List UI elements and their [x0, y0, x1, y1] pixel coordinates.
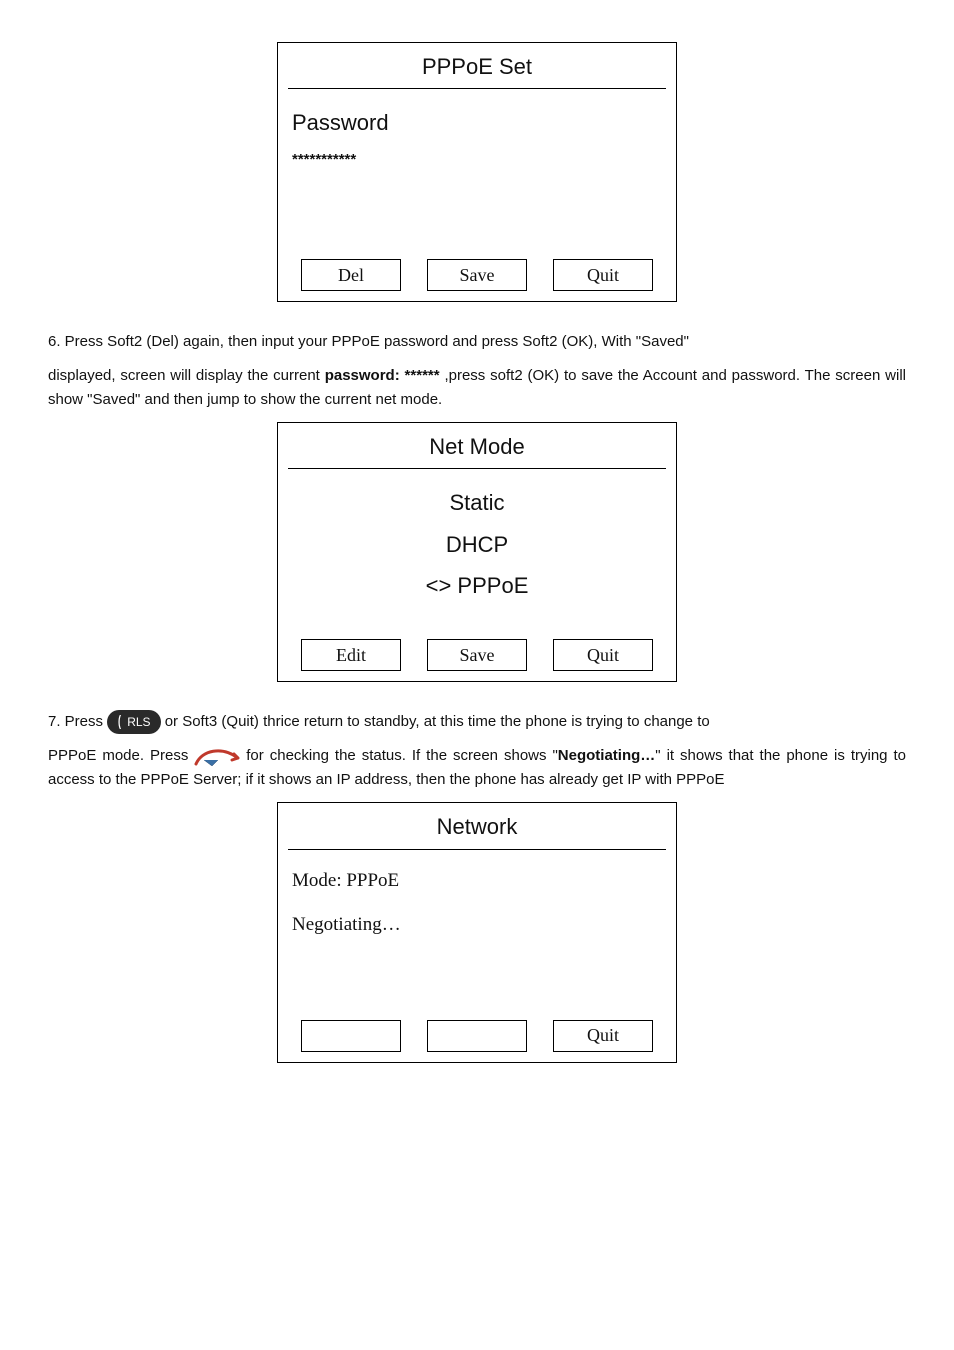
net-mode-screen: Net Mode Static DHCP <> PPPoE Edit Save … — [277, 422, 677, 682]
softkey-edit[interactable]: Edit — [301, 639, 401, 671]
screen-title: Network — [288, 803, 666, 849]
mode-option-pppoe[interactable]: <> PPPoE — [292, 568, 662, 603]
text: PPPoE mode. Press — [48, 747, 194, 764]
text: for checking the status. If the screen s… — [246, 747, 558, 764]
screen-body: Static DHCP <> PPPoE — [278, 469, 676, 633]
softkeys-row: Edit Save Quit — [278, 633, 676, 681]
softkey-quit[interactable]: Quit — [553, 639, 653, 671]
softkeys-row: Del Save Quit — [278, 253, 676, 301]
pppoe-set-screen: PPPoE Set Password *********** Del Save … — [277, 42, 677, 302]
screen-title: Net Mode — [288, 423, 666, 469]
paragraph-step7-line1: 7. Press (RLS or Soft3 (Quit) thrice ret… — [48, 710, 906, 734]
mode-line: Mode: PPPoE — [292, 866, 662, 896]
softkey-empty-2 — [427, 1020, 527, 1052]
softkey-del[interactable]: Del — [301, 259, 401, 291]
nav-arrow-key-icon — [194, 746, 240, 766]
password-bold-text: password: ****** — [325, 367, 440, 384]
negotiating-bold-text: Negotiating… — [558, 747, 656, 764]
text: 7. Press — [48, 713, 107, 730]
rls-key-label: RLS — [127, 715, 150, 729]
mode-option-static[interactable]: Static — [292, 485, 662, 520]
screen-body: Mode: PPPoE Negotiating… — [278, 850, 676, 1014]
password-label: Password — [292, 105, 662, 140]
status-line: Negotiating… — [292, 910, 662, 940]
softkey-empty-1 — [301, 1020, 401, 1052]
screen-title: PPPoE Set — [288, 43, 666, 89]
paragraph-step6-line1: 6. Press Soft2 (Del) again, then input y… — [48, 330, 906, 354]
paragraph-step6-line2: displayed, screen will display the curre… — [48, 364, 906, 412]
screen-body: Password *********** — [278, 89, 676, 253]
paragraph-step7-line2: PPPoE mode. Press for checking the statu… — [48, 744, 906, 792]
text: or Soft3 (Quit) thrice return to standby… — [165, 713, 710, 730]
softkey-save[interactable]: Save — [427, 259, 527, 291]
password-value: *********** — [292, 148, 662, 172]
text: displayed, screen will display the curre… — [48, 367, 325, 384]
rls-key-icon: (RLS — [107, 710, 160, 734]
mode-option-dhcp[interactable]: DHCP — [292, 527, 662, 562]
softkey-quit[interactable]: Quit — [553, 259, 653, 291]
softkeys-row: Quit — [278, 1014, 676, 1062]
softkey-quit[interactable]: Quit — [553, 1020, 653, 1052]
softkey-save[interactable]: Save — [427, 639, 527, 671]
network-status-screen: Network Mode: PPPoE Negotiating… Quit — [277, 802, 677, 1062]
